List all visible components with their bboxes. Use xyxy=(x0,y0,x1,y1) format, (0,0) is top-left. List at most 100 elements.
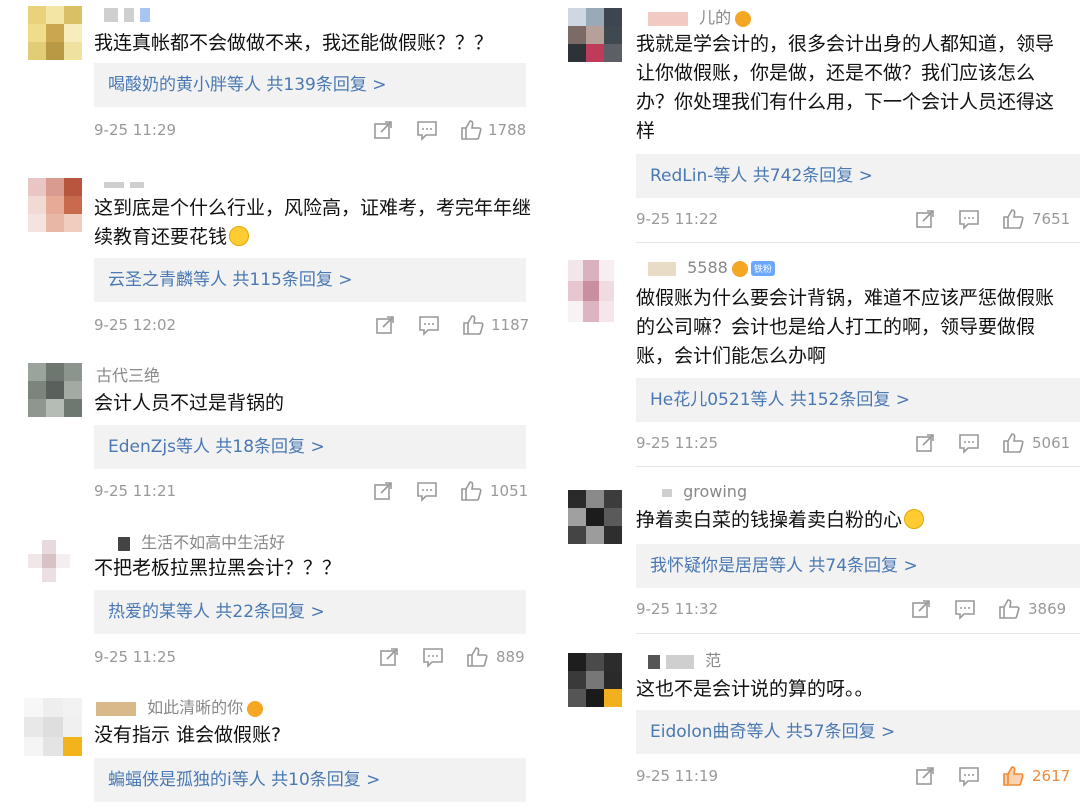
username[interactable]: 生活不如高中生活好 xyxy=(118,529,285,553)
reply-count: 共18条回复 > xyxy=(215,437,325,457)
comment-text: 这到底是个什么行业，风险高，证难考，考完年年继续教育还要花钱 xyxy=(94,194,534,252)
right-column: 儿的 我就是学会计的，很多会计出身的人都知道，领导让你做假账，你是做，还是不做？… xyxy=(548,0,1080,808)
comment-card: 我连真帐都不会做做不来，我还能做假账？？？ 喝酸奶的黄小胖等人 共139条回复 … xyxy=(0,0,540,160)
like-count: 1051 xyxy=(490,482,529,500)
like-icon[interactable] xyxy=(460,119,482,141)
avatar[interactable] xyxy=(28,363,82,417)
username-text: 范 xyxy=(705,651,722,670)
like-count: 7651 xyxy=(1032,210,1071,228)
reply-summary[interactable]: Eidolon曲奇等人 共57条回复 > xyxy=(636,710,1080,754)
comment-time: 9-25 11:32 xyxy=(636,600,719,618)
like-count: 3869 xyxy=(1028,600,1067,618)
like-icon[interactable] xyxy=(1002,432,1024,454)
comment-meta: 9-25 11:32 3869 xyxy=(636,598,1080,622)
reply-summary[interactable]: 蝙蝠侠是孤独的i等人 共10条回复 > xyxy=(94,758,526,802)
avatar[interactable] xyxy=(24,698,82,756)
reply-summary[interactable]: 热爱的某等人 共22条回复 > xyxy=(94,590,526,634)
reply-summary[interactable]: He花儿0521等人 共152条回复 > xyxy=(636,378,1080,422)
like-icon[interactable] xyxy=(466,646,488,668)
share-icon[interactable] xyxy=(378,646,400,668)
username[interactable]: 古代三绝 xyxy=(96,362,160,386)
share-icon[interactable] xyxy=(914,208,936,230)
blurred-username xyxy=(104,7,118,22)
reply-count: 共10条回复 > xyxy=(271,770,381,790)
comment-card: 生活不如高中生活好 不把老板拉黑拉黑会计？？？ 热爱的某等人 共22条回复 > … xyxy=(0,522,540,682)
comment-meta: 9-25 11:19 2617 xyxy=(636,765,1080,789)
avatar[interactable] xyxy=(568,8,622,62)
comment-card: growing 挣着卖白菜的钱操着卖白粉的心 我怀疑你是居居等人 共74条回复 … xyxy=(548,478,1080,636)
reply-names: He花儿0521等人 xyxy=(650,390,785,410)
like-count: 889 xyxy=(496,648,525,666)
reply-summary[interactable]: 喝酸奶的黄小胖等人 共139条回复 > xyxy=(94,63,526,107)
reply-count: 共139条回复 > xyxy=(266,75,387,95)
comment-time: 9-25 11:21 xyxy=(94,482,177,500)
comment-icon[interactable] xyxy=(954,598,976,620)
reply-summary[interactable]: EdenZjs等人 共18条回复 > xyxy=(94,425,526,469)
like-count: 1788 xyxy=(488,121,527,139)
blurred-username xyxy=(662,488,672,497)
like-icon[interactable] xyxy=(998,598,1020,620)
comment-meta: 9-25 12:02 1187 xyxy=(94,314,529,338)
username[interactable] xyxy=(104,4,156,23)
like-icon[interactable] xyxy=(462,314,484,336)
like-icon[interactable] xyxy=(1002,208,1024,230)
username[interactable] xyxy=(104,174,150,193)
avatar[interactable] xyxy=(568,260,614,322)
username-text: 儿的 xyxy=(699,8,732,27)
comment-meta: 9-25 11:22 7651 xyxy=(636,208,1080,232)
comment-icon[interactable] xyxy=(416,119,438,141)
reply-names: RedLin-等人 xyxy=(650,166,748,186)
comment-icon[interactable] xyxy=(958,765,980,787)
comment-text: 做假账为什么要会计背锅，难道不应该严惩做假账的公司嘛？会计也是给人打工的啊，领导… xyxy=(636,287,1055,367)
like-icon-active[interactable] xyxy=(1002,765,1024,787)
share-icon[interactable] xyxy=(914,765,936,787)
avatar[interactable] xyxy=(28,6,82,60)
comment-meta: 9-25 11:25 5061 xyxy=(636,432,1080,456)
avatar[interactable] xyxy=(568,490,622,544)
comment-card: 儿的 我就是学会计的，很多会计出身的人都知道，领导让你做假账，你是做，还是不做？… xyxy=(548,0,1080,245)
comment-icon[interactable] xyxy=(958,432,980,454)
username[interactable]: 儿的 xyxy=(648,4,752,28)
comment-text: 会计人员不过是背锅的 xyxy=(94,392,285,414)
comment-icon[interactable] xyxy=(418,314,440,336)
share-icon[interactable] xyxy=(372,480,394,502)
avatar[interactable] xyxy=(568,653,622,707)
fan-tag: 铁粉 xyxy=(750,261,775,276)
comment-time: 9-25 11:25 xyxy=(94,648,177,666)
username[interactable]: 如此清晰的你 xyxy=(96,694,264,718)
comment-meta: 9-25 11:29 1788 xyxy=(94,119,526,143)
vip-badge-icon xyxy=(735,10,752,27)
like-icon[interactable] xyxy=(460,480,482,502)
comment-icon[interactable] xyxy=(958,208,980,230)
like-count: 2617 xyxy=(1032,767,1071,785)
avatar[interactable] xyxy=(28,540,70,582)
share-icon[interactable] xyxy=(914,432,936,454)
vip-badge-icon xyxy=(731,260,748,277)
comment-text: 这也不是会计说的算的呀。。 xyxy=(636,678,874,700)
share-icon[interactable] xyxy=(910,598,932,620)
vip-badge-icon xyxy=(247,700,264,717)
reply-summary[interactable]: RedLin-等人 共742条回复 > xyxy=(636,154,1080,198)
reply-names: 云圣之青麟等人 xyxy=(108,270,227,290)
comment-text: 我就是学会计的，很多会计出身的人都知道，领导让你做假账，你是做，还是不做？我们应… xyxy=(636,33,1055,142)
reply-summary[interactable]: 我怀疑你是居居等人 共74条回复 > xyxy=(636,544,1080,588)
comment-meta: 9-25 11:25 889 xyxy=(94,646,526,670)
username[interactable]: 范 xyxy=(648,647,721,671)
reply-names: 热爱的某等人 xyxy=(108,602,210,622)
comment-text: 没有指示 谁会做假账? xyxy=(94,724,282,746)
reply-names: EdenZjs等人 xyxy=(108,437,210,457)
left-column: 我连真帐都不会做做不来，我还能做假账？？？ 喝酸奶的黄小胖等人 共139条回复 … xyxy=(0,0,540,808)
comment-icon[interactable] xyxy=(416,480,438,502)
comment-card: 范 这也不是会计说的算的呀。。 Eidolon曲奇等人 共57条回复 > 9-2… xyxy=(548,643,1080,808)
comment-icon[interactable] xyxy=(422,646,444,668)
reply-count: 共74条回复 > xyxy=(808,556,918,576)
avatar[interactable] xyxy=(28,178,82,232)
reply-summary[interactable]: 云圣之青麟等人 共115条回复 > xyxy=(94,258,526,302)
reply-count: 共22条回复 > xyxy=(215,602,325,622)
share-icon[interactable] xyxy=(372,119,394,141)
username[interactable]: 5588 铁粉 xyxy=(648,258,775,277)
blurred-username xyxy=(648,11,688,26)
username[interactable]: growing xyxy=(662,482,747,501)
comment-time: 9-25 12:02 xyxy=(94,316,177,334)
share-icon[interactable] xyxy=(374,314,396,336)
